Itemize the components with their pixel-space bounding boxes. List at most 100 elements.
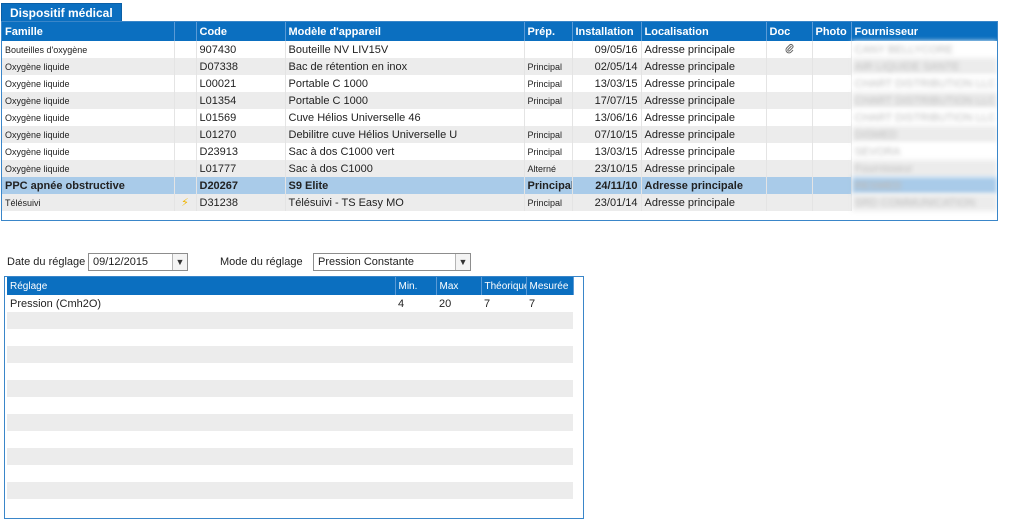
cell-max: 20 — [436, 295, 481, 312]
cell-doc — [766, 143, 813, 160]
col-photo[interactable]: Photo — [812, 22, 852, 41]
cell-empty — [526, 414, 573, 431]
empty-row — [7, 380, 573, 397]
empty-row — [7, 482, 573, 499]
cell-icon — [174, 75, 197, 92]
cell-localisation: Adresse principale — [641, 177, 767, 194]
cell-localisation: Adresse principale — [641, 126, 767, 143]
empty-row — [7, 465, 573, 482]
cell-code: D07338 — [196, 58, 286, 75]
device-row[interactable]: Oxygène liquide L01354 Portable C 1000 Prin… — [2, 92, 997, 109]
col-famille[interactable]: Famille — [2, 22, 175, 41]
cell-modele: Sac à dos C1000 vert — [285, 143, 525, 160]
cell-installation: 24/11/10 — [572, 177, 642, 194]
mode-reglage-select[interactable]: Pression Constante ▼ — [313, 253, 471, 271]
cell-localisation: Adresse principale — [641, 194, 767, 211]
cell-empty — [481, 380, 526, 397]
cell-photo — [812, 58, 852, 75]
cell-empty — [395, 465, 436, 482]
cell-code: L01569 — [196, 109, 286, 126]
mode-reglage-value: Pression Constante — [318, 256, 414, 268]
device-row[interactable]: Oxygène liquide L00021 Portable C 1000 Prin… — [2, 75, 997, 92]
cell-empty — [395, 448, 436, 465]
cell-famille: Oxygène liquide — [2, 109, 175, 126]
device-row[interactable]: Oxygène liquide L01777 Sac à dos C1000 Alte… — [2, 160, 997, 177]
device-row[interactable]: Oxygène liquide L01270 Debilitre cuve Héli… — [2, 126, 997, 143]
cell-modele: Debilitre cuve Hélios Universelle U — [285, 126, 525, 143]
col-theorique[interactable]: Théorique — [481, 277, 527, 295]
chevron-down-icon[interactable]: ▼ — [455, 254, 470, 270]
device-row[interactable]: Bouteilles d'oxygène 907430 Bouteille NV L… — [2, 41, 997, 58]
cell-installation: 13/03/15 — [572, 75, 642, 92]
cell-empty — [395, 346, 436, 363]
cell-code: L01777 — [196, 160, 286, 177]
device-row[interactable]: Oxygène liquide L01569 Cuve Hélios Univers… — [2, 109, 997, 126]
cell-code: D20267 — [196, 177, 286, 194]
col-installation[interactable]: Installation — [572, 22, 642, 41]
cell-empty — [526, 312, 573, 329]
col-modele[interactable]: Modèle d'appareil — [285, 22, 525, 41]
cell-installation: 23/10/15 — [572, 160, 642, 177]
lightning-icon[interactable]: ⚡ — [181, 197, 189, 209]
cell-code: 907430 — [196, 41, 286, 58]
device-row[interactable]: Oxygène liquide D07338 Bac de rétention en… — [2, 58, 997, 75]
cell-prep: Principal — [524, 58, 573, 75]
cell-photo — [812, 143, 852, 160]
cell-code: L01354 — [196, 92, 286, 109]
col-code[interactable]: Code — [196, 22, 286, 41]
cell-fournisseur: SRD COMMUNICATION — [851, 194, 997, 211]
date-reglage-value: 09/12/2015 — [93, 256, 149, 268]
cell-empty — [526, 346, 573, 363]
cell-icon — [174, 126, 197, 143]
cell-icon — [174, 92, 197, 109]
chevron-down-icon[interactable]: ▼ — [172, 254, 187, 270]
col-min[interactable]: Min. — [395, 277, 437, 295]
cell-icon — [174, 58, 197, 75]
cell-famille: Oxygène liquide — [2, 126, 175, 143]
device-row[interactable]: PPC apnée obstructive D20267 S9 Elite Princ… — [2, 177, 997, 194]
cell-modele: Télésuivi - TS Easy MO — [285, 194, 525, 211]
empty-row — [7, 397, 573, 414]
setting-row[interactable]: Pression (Cmh2O) 4 20 7 7 — [7, 295, 573, 312]
cell-empty — [481, 346, 526, 363]
cell-famille: Oxygène liquide — [2, 58, 175, 75]
cell-prep: Principal — [524, 126, 573, 143]
col-max[interactable]: Max — [436, 277, 482, 295]
cell-fournisseur: CHART DISTRIBUTION LLC — [851, 109, 997, 126]
col-mesuree[interactable]: Mesurée — [526, 277, 574, 295]
cell-empty — [481, 482, 526, 499]
device-row[interactable]: Télésuivi ⚡ D31238 Télésuivi - TS Easy MO Pr… — [2, 194, 997, 211]
devices-table: Famille Code Modèle d'appareil Prép. Ins… — [2, 22, 997, 211]
col-reglage[interactable]: Réglage — [7, 277, 396, 295]
col-prep[interactable]: Prép. — [524, 22, 573, 41]
cell-code: D31238 — [196, 194, 286, 211]
cell-empty — [481, 465, 526, 482]
cell-doc — [766, 75, 813, 92]
cell-installation: 17/07/15 — [572, 92, 642, 109]
cell-code: L00021 — [196, 75, 286, 92]
cell-famille: Télésuivi — [2, 194, 175, 211]
tab-dispositif-medical[interactable]: Dispositif médical — [1, 3, 122, 22]
cell-empty — [436, 431, 481, 448]
settings-header-row: Réglage Min. Max Théorique Mesurée — [7, 277, 574, 295]
cell-empty — [436, 329, 481, 346]
cell-icon — [174, 177, 197, 194]
empty-row — [7, 329, 573, 346]
cell-empty — [7, 431, 395, 448]
device-row[interactable]: Oxygène liquide D23913 Sac à dos C1000 ver… — [2, 143, 997, 160]
paperclip-icon[interactable] — [785, 43, 794, 57]
col-doc[interactable]: Doc — [766, 22, 813, 41]
cell-empty — [481, 312, 526, 329]
settings-table: Réglage Min. Max Théorique Mesurée Press… — [7, 277, 574, 499]
cell-empty — [526, 329, 573, 346]
cell-empty — [395, 380, 436, 397]
cell-installation: 02/05/14 — [572, 58, 642, 75]
empty-row — [7, 312, 573, 329]
cell-doc — [766, 92, 813, 109]
devices-header-row: Famille Code Modèle d'appareil Prép. Ins… — [2, 22, 997, 41]
date-reglage-select[interactable]: 09/12/2015 ▼ — [88, 253, 188, 271]
col-localisation[interactable]: Localisation — [641, 22, 767, 41]
empty-row — [7, 448, 573, 465]
cell-empty — [395, 414, 436, 431]
col-fournisseur[interactable]: Fournisseur — [851, 22, 997, 41]
